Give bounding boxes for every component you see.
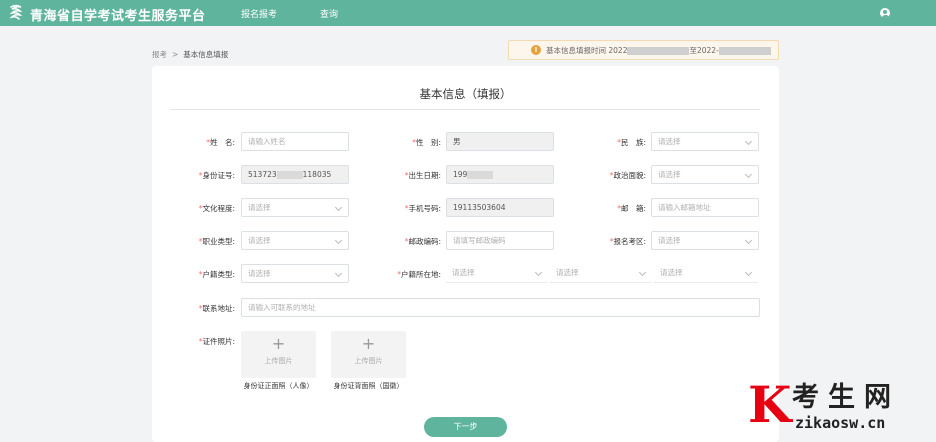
notice-text-mid: 至2022-	[689, 46, 719, 55]
id-number-prefix: 513723	[248, 170, 277, 179]
redacted-block	[276, 171, 303, 179]
nav-register[interactable]: 报名报考	[241, 7, 277, 20]
label-household-type: *户籍类型:	[198, 270, 235, 279]
label-name: *姓 名:	[206, 138, 235, 147]
ethnicity-select[interactable]: 请选择	[651, 132, 759, 151]
political-status-select[interactable]: 请选择	[651, 165, 759, 184]
nav-query[interactable]: 查询	[320, 7, 338, 20]
name-input[interactable]: 请输入姓名	[241, 132, 349, 151]
label-email: *邮 箱:	[617, 204, 646, 213]
divider	[170, 109, 760, 110]
breadcrumb-separator: >	[172, 50, 179, 59]
label-exam-area: *报名考区:	[609, 237, 646, 246]
birth-date-prefix: 199	[453, 170, 468, 179]
label-address: *联系地址:	[198, 304, 235, 313]
education-select[interactable]: 请选择	[241, 198, 349, 217]
household-type-select[interactable]: 请选择	[241, 264, 349, 283]
label-political-status: *政治面貌:	[609, 171, 646, 180]
upload-id-back-button[interactable]: + 上传图片	[331, 331, 406, 378]
watermark-logo-letter: K	[748, 375, 792, 434]
label-education: *文化程度:	[198, 204, 235, 213]
upload-text: 上传图片	[354, 357, 383, 365]
id-number-field[interactable]: 513723 118035	[241, 165, 349, 184]
postal-code-input[interactable]: 请填写邮政编码	[446, 231, 554, 250]
label-phone: *手机号码:	[404, 204, 441, 213]
site-title: 青海省自学考试考生服务平台	[30, 9, 206, 24]
redacted-block	[718, 47, 771, 55]
label-postal-code: *邮政编码:	[404, 237, 441, 246]
phone-field[interactable]: 19113503604	[446, 198, 554, 217]
label-occupation: *职业类型:	[198, 237, 235, 246]
upload-id-front-button[interactable]: + 上传图片	[241, 331, 316, 378]
logo-icon	[9, 4, 23, 20]
notice-text-prefix: 基本信息填报时间 2022	[546, 46, 628, 55]
occupation-select[interactable]: 请选择	[241, 231, 349, 250]
address-input[interactable]: 请输入可联系的地址	[241, 298, 760, 317]
upload-back-caption: 身份证背面照（国徽）	[333, 382, 404, 390]
warning-icon: !	[531, 45, 541, 55]
plus-icon: +	[271, 334, 286, 353]
label-id-number: *身份证号:	[198, 171, 235, 180]
user-avatar-icon[interactable]	[880, 8, 890, 18]
plus-icon: +	[361, 334, 376, 353]
notice-banner: ! 基本信息填报时间 2022 至2022-	[508, 40, 779, 60]
breadcrumb: 报考 > 基本信息填报	[152, 49, 228, 60]
label-household-location: *户籍所在地:	[397, 270, 441, 279]
watermark-domain: zikaosw.cn	[795, 414, 886, 432]
next-button[interactable]: 下一步	[424, 417, 507, 437]
household-province-select[interactable]: 请选择	[446, 264, 548, 283]
label-id-photo: *证件照片:	[198, 337, 235, 346]
upload-text: 上传图片	[264, 357, 293, 365]
birth-date-field[interactable]: 199	[446, 165, 554, 184]
label-ethnicity: *民 族:	[617, 138, 646, 147]
redacted-block	[627, 47, 690, 55]
gender-field[interactable]: 男	[446, 132, 554, 151]
label-gender: *性 别:	[412, 138, 441, 147]
watermark-brand: 考生网	[792, 382, 900, 413]
card-title: 基本信息（填报）	[419, 87, 512, 101]
label-birth-date: *出生日期:	[404, 171, 441, 180]
upload-front-caption: 身份证正面照（人像）	[243, 382, 314, 390]
top-bar: 青海省自学考试考生服务平台 报名报考 查询	[0, 0, 936, 26]
breadcrumb-root[interactable]: 报考	[152, 50, 167, 59]
breadcrumb-current: 基本信息填报	[183, 50, 229, 59]
household-district-select[interactable]: 请选择	[654, 264, 758, 283]
redacted-block	[467, 171, 494, 179]
notice-text: 基本信息填报时间 2022 至2022-	[546, 45, 771, 56]
email-input[interactable]: 请输入邮箱地址	[651, 198, 759, 217]
exam-area-select[interactable]: 请选择	[651, 231, 759, 250]
household-city-select[interactable]: 请选择	[550, 264, 652, 283]
id-number-suffix: 118035	[302, 170, 332, 179]
